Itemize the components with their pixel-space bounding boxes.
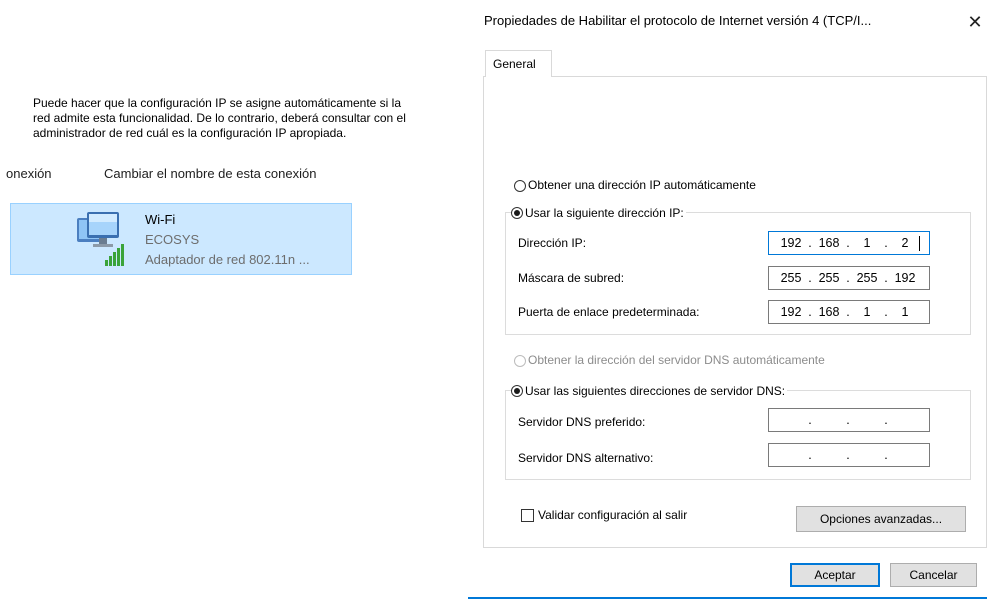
connection-network: ECOSYS — [145, 232, 200, 247]
wifi-adapter-icon — [77, 212, 124, 266]
preferred-dns-field[interactable]: ... — [768, 408, 930, 432]
octet: 1 — [901, 305, 909, 319]
description-line: Puede hacer que la configuración IP se a… — [33, 96, 402, 110]
validate-checkbox[interactable] — [521, 509, 534, 522]
ip-address-label: Dirección IP: — [518, 236, 587, 250]
octet: 255 — [856, 271, 878, 285]
octet-dot: . — [884, 413, 888, 427]
subnet-mask-label: Máscara de subred: — [518, 271, 625, 285]
dns-manual-legend: Usar las siguientes direcciones de servi… — [511, 383, 788, 398]
text-caret — [919, 235, 920, 251]
preferred-dns-label: Servidor DNS preferido: — [518, 415, 646, 429]
octet-dot: . — [846, 271, 850, 285]
octet-dot: . — [884, 448, 888, 462]
ok-button[interactable]: Aceptar — [790, 563, 880, 587]
dns-manual-radio[interactable] — [511, 385, 523, 397]
wifi-connection-item[interactable]: Wi-Fi ECOSYS Adaptador de red 802.11n ..… — [10, 203, 352, 275]
dialog-title: Propiedades de Habilitar el protocolo de… — [484, 13, 872, 28]
octet-dot: . — [884, 305, 888, 319]
octet-dot: . — [884, 236, 888, 250]
octet: 192 — [780, 236, 802, 250]
description-line: red admite esta funcionalidad. De lo con… — [33, 111, 406, 125]
subnet-mask-field[interactable]: 255. 255. 255. 192 — [768, 266, 930, 290]
connection-adapter: Adaptador de red 802.11n ... — [145, 252, 310, 267]
octet-dot: . — [846, 413, 850, 427]
ip-manual-label[interactable]: Usar la siguiente dirección IP: — [525, 206, 684, 220]
alternate-dns-label: Servidor DNS alternativo: — [518, 451, 654, 465]
network-connections-toolbar: onexión Cambiar el nombre de esta conexi… — [0, 164, 360, 184]
octet-dot: . — [846, 448, 850, 462]
gateway-field[interactable]: 192. 168. 1. 1 — [768, 300, 930, 324]
gateway-label: Puerta de enlace predeterminada: — [518, 305, 700, 319]
octet: 192 — [894, 271, 916, 285]
octet: 255 — [780, 271, 802, 285]
octet-dot: . — [808, 413, 812, 427]
octet: 2 — [901, 236, 909, 250]
ip-manual-legend: Usar la siguiente dirección IP: — [511, 205, 686, 220]
octet: 168 — [818, 236, 840, 250]
advanced-options-button[interactable]: Opciones avanzadas... — [796, 506, 966, 532]
dns-auto-radio[interactable] — [514, 355, 526, 367]
close-icon[interactable]: ✕ — [964, 10, 986, 34]
ip-auto-label[interactable]: Obtener una dirección IP automáticamente — [528, 178, 756, 192]
dialog-titlebar[interactable]: Propiedades de Habilitar el protocolo de… — [468, 0, 987, 42]
octet: 192 — [780, 305, 802, 319]
cancel-button[interactable]: Cancelar — [890, 563, 977, 587]
ip-auto-radio[interactable] — [514, 180, 526, 192]
dns-auto-label[interactable]: Obtener la dirección del servidor DNS au… — [528, 353, 825, 367]
octet-dot: . — [884, 271, 888, 285]
alternate-dns-field[interactable]: ... — [768, 443, 930, 467]
tab-general-label: General — [493, 57, 536, 71]
description-line: administrador de red cuál es la configur… — [33, 126, 347, 140]
octet-dot: . — [846, 305, 850, 319]
octet: 168 — [818, 305, 840, 319]
octet-dot: . — [808, 271, 812, 285]
octet: 1 — [863, 236, 871, 250]
validate-label[interactable]: Validar configuración al salir — [538, 508, 687, 522]
octet: 1 — [863, 305, 871, 319]
toolbar-item-partial[interactable]: onexión — [6, 166, 52, 181]
dns-manual-label[interactable]: Usar las siguientes direcciones de servi… — [525, 384, 785, 398]
octet-dot: . — [808, 236, 812, 250]
rename-connection-button[interactable]: Cambiar el nombre de esta conexión — [104, 166, 316, 181]
tab-general[interactable]: General — [485, 50, 552, 77]
connection-name: Wi-Fi — [145, 212, 176, 227]
octet-dot: . — [808, 305, 812, 319]
octet: 255 — [818, 271, 840, 285]
octet-dot: . — [808, 448, 812, 462]
octet-dot: . — [846, 236, 850, 250]
ip-address-field[interactable]: 192. 168. 1. 2 — [768, 231, 930, 255]
dialog-description: Puede hacer que la configuración IP se a… — [33, 96, 483, 141]
ip-manual-radio[interactable] — [511, 207, 523, 219]
